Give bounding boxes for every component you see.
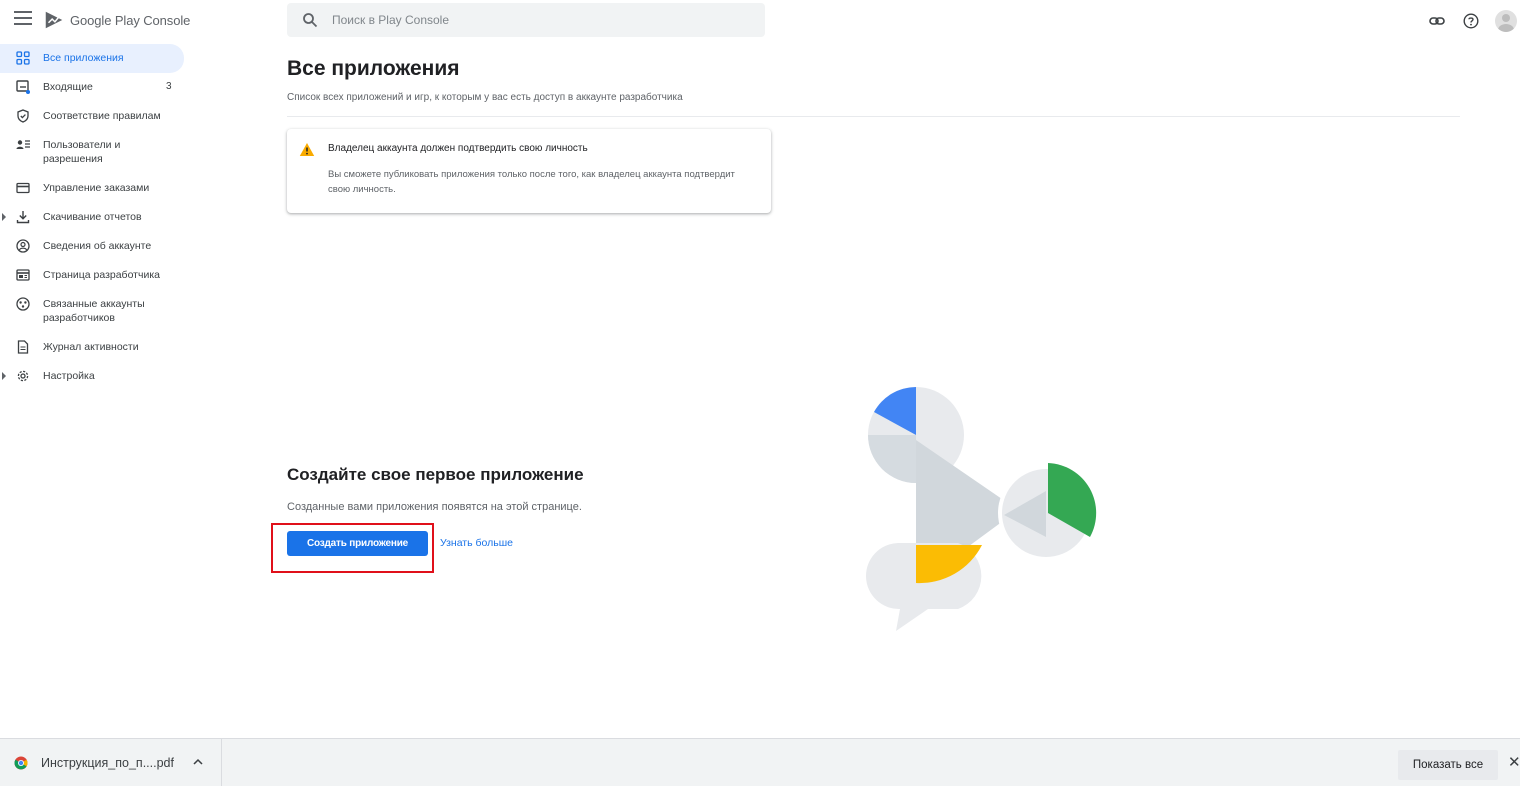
sidebar-item-label: Настройка — [43, 370, 95, 382]
download-file-name: Инструкция_по_п....pdf — [41, 755, 174, 770]
sidebar-item-orders[interactable]: Управление заказами — [0, 174, 190, 203]
download-icon — [16, 211, 30, 224]
shield-icon — [17, 109, 29, 123]
empty-state-subtitle: Созданные вами приложения появятся на эт… — [287, 501, 582, 513]
sidebar-item-activity-log[interactable]: Журнал активности — [0, 333, 190, 362]
sidebar-nav: Все приложения Входящие 3 Соответствие п… — [0, 44, 190, 391]
identity-warning-card: Владелец аккаунта должен подтвердить сво… — [287, 129, 771, 213]
help-icon — [1463, 13, 1479, 29]
illustration-top-left-wedge — [868, 435, 916, 483]
sidebar-item-users[interactable]: Пользователи и разрешения — [0, 131, 190, 174]
search-input[interactable] — [332, 13, 732, 27]
header-divider — [287, 116, 1460, 117]
linked-accounts-icon — [16, 297, 30, 311]
empty-state-illustration — [866, 387, 1097, 631]
users-icon — [16, 140, 30, 149]
search-box[interactable] — [287, 3, 765, 37]
link-icon — [1429, 17, 1445, 25]
page-title: Все приложения — [287, 57, 460, 80]
chrome-icon — [14, 756, 28, 769]
grid-icon — [16, 51, 30, 65]
sidebar-item-label: Журнал активности — [43, 341, 139, 353]
gear-icon — [17, 370, 29, 382]
sidebar-item-inbox[interactable]: Входящие 3 — [0, 73, 190, 102]
warning-icon — [299, 143, 315, 156]
warning-title: Владелец аккаунта должен подтвердить сво… — [328, 143, 588, 154]
empty-state-title: Создайте свое первое приложение — [287, 465, 584, 484]
sidebar-item-policy[interactable]: Соответствие правилам — [0, 102, 190, 131]
sidebar-item-settings[interactable]: Настройка — [0, 362, 190, 391]
sidebar-item-label: Управление заказами — [43, 182, 150, 194]
chevron-up-icon[interactable] — [192, 757, 204, 767]
account-avatar[interactable] — [1495, 10, 1517, 32]
sidebar-item-all-apps[interactable]: Все приложения — [0, 44, 184, 73]
sidebar-item-label: Страница разработчика — [43, 269, 160, 281]
sidebar-item-reports[interactable]: Скачивание отчетов — [0, 203, 190, 232]
create-app-button[interactable]: Создать приложение — [287, 531, 428, 556]
inbox-count-badge: 3 — [166, 81, 172, 92]
show-all-downloads-button[interactable]: Показать все — [1398, 750, 1498, 780]
sidebar-item-account-details[interactable]: Сведения об аккаунте — [0, 232, 190, 261]
download-bar: Инструкция_по_п....pdf Показать все ✕ — [0, 738, 1520, 786]
page-subtitle: Список всех приложений и игр, к которым … — [287, 92, 683, 103]
main-menu-button[interactable] — [14, 11, 32, 27]
top-actions — [1427, 10, 1520, 32]
expand-caret-icon[interactable] — [2, 213, 6, 221]
account-icon — [16, 239, 30, 253]
link-button[interactable] — [1427, 11, 1447, 31]
dev-page-icon — [16, 269, 30, 281]
learn-more-link[interactable]: Узнать больше — [440, 537, 513, 549]
sidebar-item-developer-page[interactable]: Страница разработчика — [0, 261, 190, 290]
inbox-icon — [16, 80, 30, 94]
sidebar-item-label: Все приложения — [43, 52, 124, 64]
warning-body: Вы сможете публиковать приложения только… — [328, 169, 735, 195]
sidebar-item-label: Сведения об аккаунте — [43, 240, 152, 252]
search-icon — [303, 13, 318, 28]
download-item[interactable]: Инструкция_по_п....pdf — [0, 739, 222, 786]
help-button[interactable] — [1461, 11, 1481, 31]
play-console-logo[interactable]: Google Play Console — [43, 9, 190, 31]
brand-name: Google Play Console — [70, 12, 191, 28]
expand-caret-icon[interactable] — [2, 372, 6, 380]
card-icon — [16, 182, 30, 194]
sidebar-item-label: Связанные аккаунты разработчиков — [43, 298, 145, 324]
sidebar-item-label: Входящие — [43, 81, 93, 93]
close-icon[interactable]: ✕ — [1508, 755, 1520, 770]
play-console-icon — [45, 11, 63, 29]
sidebar-item-label: Соответствие правилам — [43, 110, 161, 122]
sidebar-item-label: Пользователи и разрешения — [43, 139, 121, 165]
sidebar-item-linked-accounts[interactable]: Связанные аккаунты разработчиков — [0, 290, 190, 333]
document-icon — [17, 340, 29, 354]
sidebar-item-label: Скачивание отчетов — [43, 211, 142, 223]
